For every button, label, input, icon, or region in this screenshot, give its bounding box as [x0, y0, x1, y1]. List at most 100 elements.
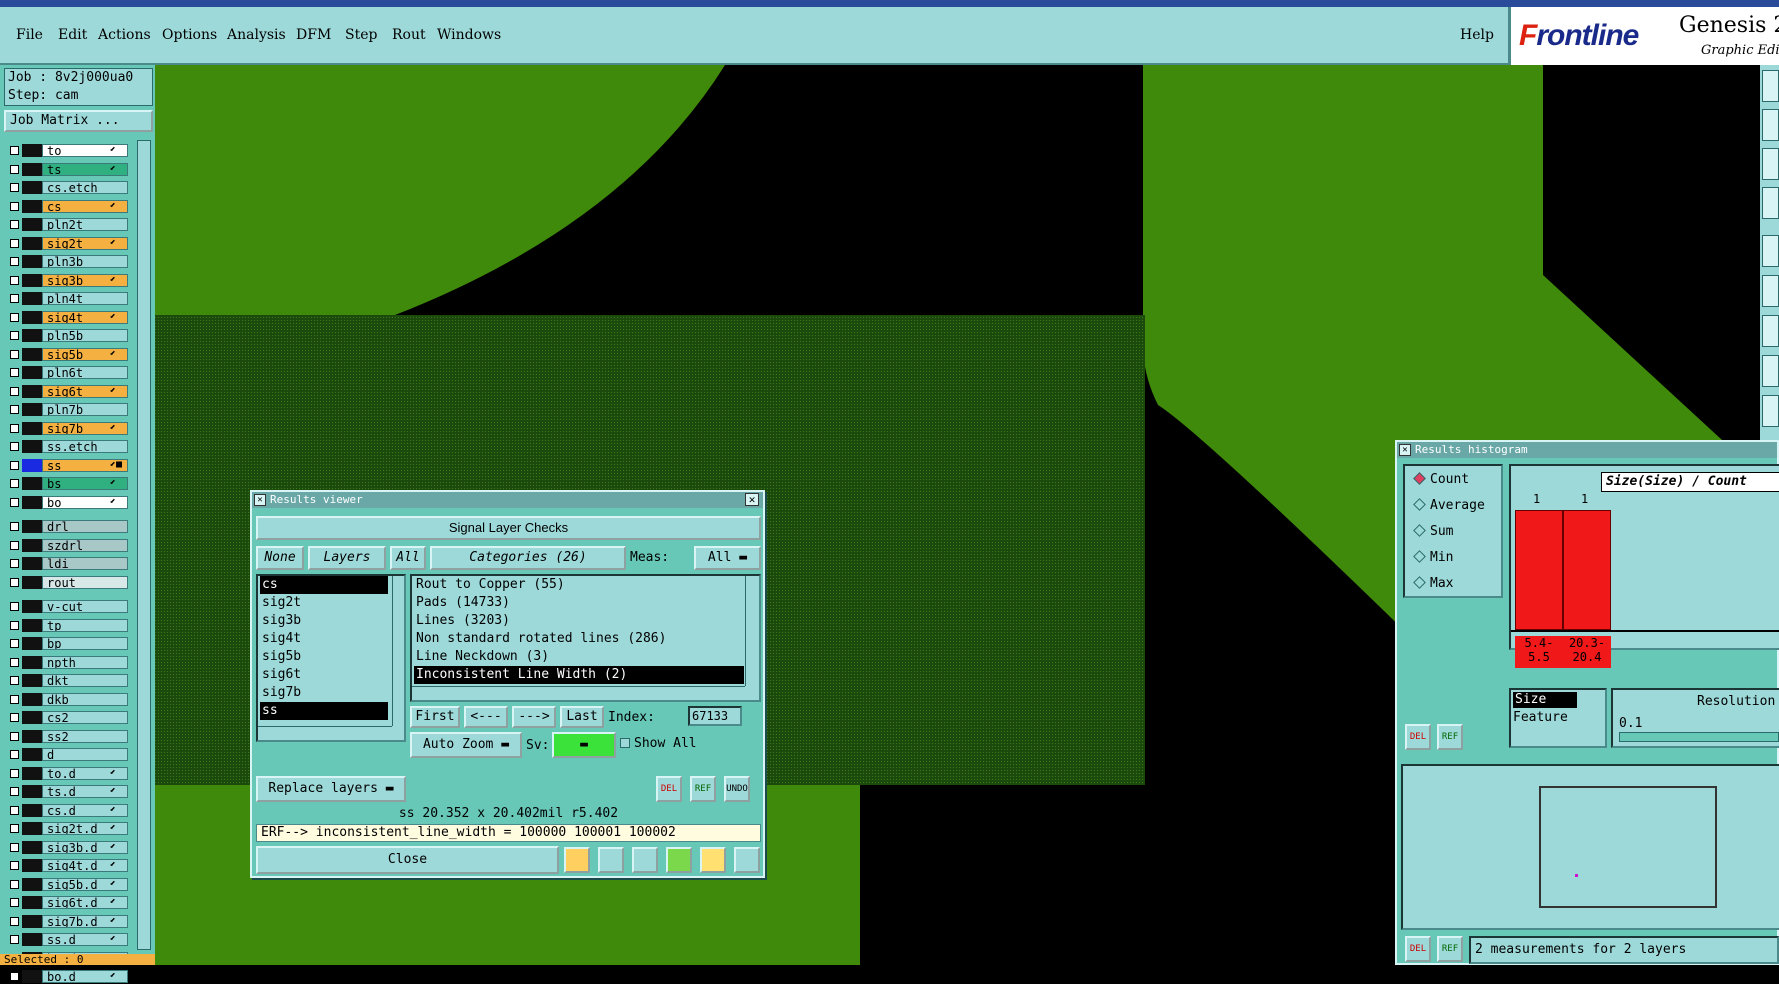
- layer-name[interactable]: pln4t: [42, 292, 128, 305]
- menu-rout[interactable]: Rout: [392, 27, 426, 43]
- ref-icon[interactable]: REF: [1437, 936, 1463, 962]
- layer-checkbox[interactable]: [10, 349, 19, 359]
- layer-color-swatch[interactable]: [22, 557, 42, 570]
- layer-color-swatch[interactable]: [22, 859, 42, 872]
- layer-checkbox[interactable]: [10, 639, 19, 648]
- layer-checkbox[interactable]: [10, 676, 19, 685]
- layer-row-to[interactable]: to ⬋: [6, 143, 128, 158]
- layer-row-szdrl[interactable]: szdrl: [6, 538, 128, 553]
- layer-checkbox[interactable]: [10, 750, 19, 759]
- list-item[interactable]: sig3b: [260, 612, 301, 630]
- size-option[interactable]: Size: [1513, 692, 1577, 708]
- layer-color-swatch[interactable]: [22, 803, 42, 817]
- radio-min[interactable]: Min: [1413, 550, 1453, 565]
- layer-checkbox[interactable]: [10, 805, 19, 815]
- layer-checkbox[interactable]: [10, 201, 19, 211]
- first-button[interactable]: First: [410, 706, 460, 728]
- layer-color-swatch[interactable]: [22, 600, 42, 613]
- layer-name[interactable]: ss.etch: [42, 440, 128, 453]
- layer-checkbox[interactable]: [10, 294, 19, 303]
- layer-name[interactable]: pln6t: [42, 366, 128, 379]
- tool-icon-4[interactable]: [1762, 187, 1779, 219]
- index-input[interactable]: 67133: [688, 706, 742, 726]
- layer-row-dkb[interactable]: dkb: [6, 692, 128, 707]
- layer-row-ss.etch[interactable]: ss.etch: [6, 439, 128, 454]
- layer-color-swatch[interactable]: [22, 458, 42, 472]
- layer-color-swatch[interactable]: [22, 273, 42, 287]
- report-icon[interactable]: [700, 847, 726, 873]
- layer-swap-icon[interactable]: [666, 847, 692, 873]
- undo-icon[interactable]: UNDO: [724, 776, 750, 802]
- layer-name[interactable]: bp: [42, 637, 128, 650]
- layer-checkbox[interactable]: [10, 731, 19, 741]
- layer-row-sig2t[interactable]: sig2t ⬋: [6, 236, 128, 251]
- layer-row-ldi[interactable]: ldi: [6, 556, 128, 571]
- layer-row-bp[interactable]: bp: [6, 636, 128, 651]
- layer-checkbox[interactable]: [10, 842, 19, 852]
- window-menu-icon[interactable]: ✕: [1399, 444, 1411, 456]
- layer-row-tp[interactable]: tp: [6, 618, 128, 633]
- delete-all-icon[interactable]: [632, 847, 658, 873]
- layer-row-ts.d[interactable]: ts.d ⬋: [6, 784, 128, 799]
- layer-color-swatch[interactable]: [22, 575, 42, 589]
- layer-color-swatch[interactable]: [22, 840, 42, 854]
- layer-row-cs2[interactable]: cs2: [6, 710, 128, 725]
- layer-checkbox[interactable]: [10, 522, 19, 531]
- layer-color-swatch[interactable]: [22, 329, 42, 342]
- layer-checkbox[interactable]: [10, 620, 19, 630]
- list-item[interactable]: cs: [260, 576, 388, 594]
- list-item[interactable]: sig5b: [260, 648, 301, 666]
- layer-checkbox[interactable]: [10, 657, 19, 667]
- list-item[interactable]: sig7b: [260, 684, 301, 702]
- tool-icon-8[interactable]: [1762, 355, 1779, 387]
- layer-checkbox[interactable]: [10, 479, 19, 488]
- close-icon[interactable]: ✕: [745, 493, 759, 506]
- layer-row-bo.d[interactable]: bo.d ⬋: [6, 969, 128, 984]
- layer-checkbox[interactable]: [10, 257, 19, 266]
- layer-checkbox[interactable]: [10, 768, 19, 778]
- job-matrix-button[interactable]: Job Matrix ...: [4, 110, 153, 132]
- layer-color-swatch[interactable]: [22, 692, 42, 706]
- list-item[interactable]: Inconsistent Line Width (2): [414, 666, 744, 684]
- layer-checkbox[interactable]: [10, 460, 19, 470]
- layers-list[interactable]: cs sig2t sig3b sig4t sig5b sig6t sig7b s…: [256, 574, 406, 742]
- layer-row-pln6t[interactable]: pln6t: [6, 365, 128, 380]
- layer-row-sig3b[interactable]: sig3b ⬋: [6, 273, 128, 288]
- last-button[interactable]: Last: [560, 706, 604, 728]
- layer-color-swatch[interactable]: [22, 144, 42, 157]
- layer-list-scrollbar[interactable]: [137, 140, 151, 950]
- layer-name[interactable]: tp: [42, 618, 128, 632]
- layer-name[interactable]: rout: [42, 575, 128, 589]
- layer-checkbox[interactable]: [10, 972, 19, 981]
- layer-checkbox[interactable]: [10, 442, 19, 451]
- tool-icon-7[interactable]: [1762, 315, 1779, 347]
- layer-row-cs[interactable]: cs ⬋: [6, 199, 128, 214]
- layer-color-swatch[interactable]: [22, 822, 42, 835]
- board-preview[interactable]: [1401, 764, 1779, 930]
- list-item[interactable]: Line Neckdown (3): [414, 648, 549, 666]
- menu-options[interactable]: Options: [162, 27, 217, 43]
- list-item[interactable]: sig6t: [260, 666, 301, 684]
- radio-sum[interactable]: Sum: [1413, 524, 1453, 539]
- layer-color-swatch[interactable]: [22, 674, 42, 687]
- layer-checkbox[interactable]: [10, 898, 19, 907]
- layer-name[interactable]: ss2: [42, 729, 128, 743]
- layer-row-sig5b[interactable]: sig5b ⬋: [6, 347, 128, 362]
- tool-icon-1[interactable]: [1762, 70, 1779, 102]
- layer-color-swatch[interactable]: [22, 236, 42, 250]
- layer-color-swatch[interactable]: [22, 729, 42, 743]
- layer-color-swatch[interactable]: [22, 970, 42, 983]
- layer-name[interactable]: szdrl: [42, 538, 128, 552]
- flag-icon[interactable]: [564, 847, 590, 873]
- layer-color-swatch[interactable]: [22, 162, 42, 176]
- layer-name[interactable]: drl: [42, 520, 128, 533]
- histogram-bar[interactable]: [1515, 510, 1563, 630]
- menu-step[interactable]: Step: [345, 27, 377, 43]
- none-button[interactable]: None: [256, 546, 304, 570]
- layer-row-cs.etch[interactable]: cs.etch: [6, 180, 128, 195]
- layer-checkbox[interactable]: [10, 368, 19, 377]
- layer-name[interactable]: pln7b: [42, 403, 128, 416]
- layer-color-swatch[interactable]: [22, 292, 42, 305]
- layer-checkbox[interactable]: [10, 824, 19, 833]
- layer-color-swatch[interactable]: [22, 366, 42, 379]
